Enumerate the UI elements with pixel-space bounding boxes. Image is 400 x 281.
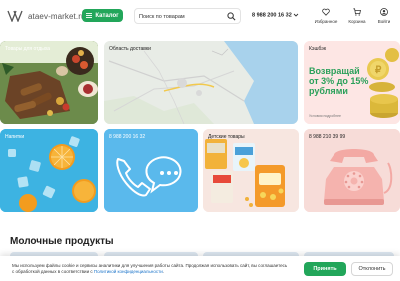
card-products[interactable]: Товары для отдыха xyxy=(0,41,98,124)
cashback-headline: Возвращай от 3% до 15% рублями xyxy=(309,66,368,96)
logo-text: ataev-market.ru xyxy=(28,11,86,21)
privacy-policy-link[interactable]: Политикой конфиденциальности xyxy=(94,269,163,274)
retro-phone-illustration xyxy=(304,129,400,212)
favorites-label: Избранное xyxy=(314,19,338,24)
logo[interactable]: ataev-market.ru xyxy=(7,9,86,23)
cookie-text-line-1: Мы используем файлы cookie и сервисы ана… xyxy=(12,263,288,268)
map-illustration xyxy=(104,41,298,124)
phone-chat-illustration xyxy=(104,129,198,212)
card-drinks-title: Напитки xyxy=(5,134,25,140)
search-box xyxy=(134,8,241,24)
card-delivery-map-title: Область доставки xyxy=(109,46,151,52)
menu-icon xyxy=(86,13,93,18)
header-phone-number: 8 988 200 16 32 xyxy=(252,12,292,19)
login-button[interactable]: Войти xyxy=(369,8,399,28)
cookie-text-period: . xyxy=(162,269,164,274)
search-icon[interactable] xyxy=(227,12,236,21)
decline-cookies-button[interactable]: Отклонить xyxy=(351,262,393,276)
login-label: Войти xyxy=(377,19,391,24)
card-phone-1[interactable]: 8 988 200 16 32 xyxy=(104,129,198,212)
card-products-title: Товары для отдыха xyxy=(5,46,51,52)
card-kids[interactable]: Детские товары xyxy=(203,129,299,212)
cart-icon xyxy=(353,8,361,16)
card-phone-2-number: 8 988 210 39 99 xyxy=(309,134,346,140)
section-title-dairy: Молочные продукты xyxy=(10,236,114,247)
header-phone[interactable]: 8 988 200 16 32 xyxy=(252,12,299,18)
logo-icon xyxy=(7,10,23,22)
card-kids-title: Детские товары xyxy=(208,134,245,140)
card-cashback-title: Кэшбэк xyxy=(309,46,327,52)
cart-label: Корзина xyxy=(348,19,366,24)
card-delivery-map[interactable]: Область доставки xyxy=(104,41,298,124)
cashback-headline-2: от 3% до 15% xyxy=(309,76,369,86)
card-phone-2[interactable]: 8 988 210 39 99 xyxy=(304,129,400,212)
cookie-text: Мы используем файлы cookie и сервисы ана… xyxy=(12,263,292,275)
drinks-illustration xyxy=(0,129,98,212)
kids-products-illustration xyxy=(203,129,299,212)
catalog-label: Каталог xyxy=(95,12,119,19)
header: ataev-market.ru Каталог 8 988 200 16 32 … xyxy=(0,0,400,34)
svg-text:₽: ₽ xyxy=(375,65,382,76)
card-phone-1-number: 8 988 200 16 32 xyxy=(109,134,146,140)
card-drinks[interactable]: Напитки xyxy=(0,129,98,212)
user-icon xyxy=(380,8,388,16)
heart-icon xyxy=(322,8,330,16)
cashback-headline-3: рублями xyxy=(309,86,348,96)
chevron-down-icon xyxy=(293,13,299,17)
card-cashback[interactable]: ₽ Кэшбэк Возвращай от 3% до 15% рублями … xyxy=(304,41,400,124)
cart-button[interactable]: Корзина xyxy=(342,8,372,28)
cookie-banner: Мы используем файлы cookie и сервисы ана… xyxy=(0,256,400,281)
search-input[interactable] xyxy=(139,11,224,22)
cashback-headline-1: Возвращай xyxy=(309,66,360,76)
products-illustration xyxy=(0,41,98,124)
cookie-text-line-2: с обработкой данных в соответствии с xyxy=(12,269,93,274)
accept-cookies-button[interactable]: Принять xyxy=(304,262,346,276)
catalog-button[interactable]: Каталог xyxy=(82,9,123,22)
cashback-note[interactable]: Условия подробнее xyxy=(309,114,341,118)
favorites-button[interactable]: Избранное xyxy=(311,8,341,28)
